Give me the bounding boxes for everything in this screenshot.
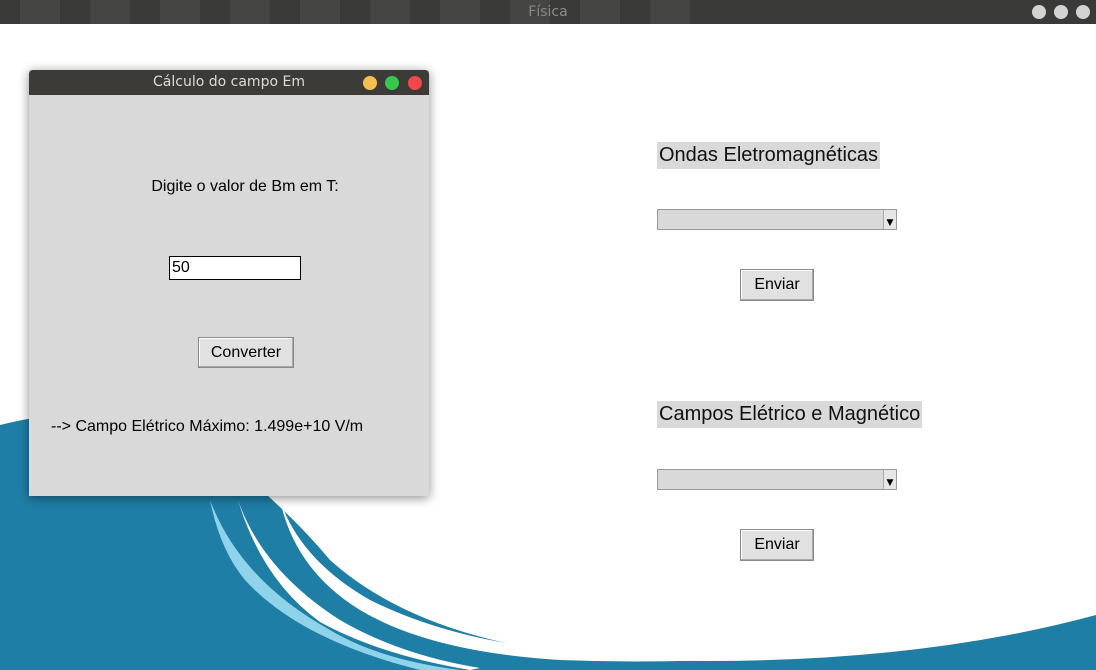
minimize-button[interactable] [363,76,377,90]
enviar-button-ondas[interactable]: Enviar [740,269,814,301]
maximize-button[interactable] [385,76,399,90]
bm-input[interactable] [169,256,301,280]
main-titlebar: Física [0,0,1096,24]
campo-em-dialog: Cálculo do campo Em Digite o valor de Bm… [29,70,429,496]
result-text: --> Campo Elétrico Máximo: 1.499e+10 V/m [51,418,364,435]
ondas-select[interactable]: ▼ [657,209,897,230]
titlebar-background-tabs [20,0,720,24]
close-button[interactable] [408,76,422,90]
chevron-down-icon: ▼ [883,470,896,489]
dialog-title: Cálculo do campo Em [153,74,305,90]
dialog-titlebar[interactable]: Cálculo do campo Em [29,70,429,95]
bm-prompt-label: Digite o valor de Bm em T: [151,178,339,195]
converter-button[interactable]: Converter [198,337,294,368]
main-maximize-button[interactable] [1054,5,1068,19]
campos-select[interactable]: ▼ [657,469,897,490]
enviar-button-campos[interactable]: Enviar [740,529,814,561]
section-label-ondas: Ondas Eletromagnéticas [657,142,881,169]
chevron-down-icon: ▼ [883,210,896,229]
main-minimize-button[interactable] [1032,5,1046,19]
section-label-campos: Campos Elétrico e Magnético [657,401,923,428]
main-close-button[interactable] [1076,5,1090,19]
